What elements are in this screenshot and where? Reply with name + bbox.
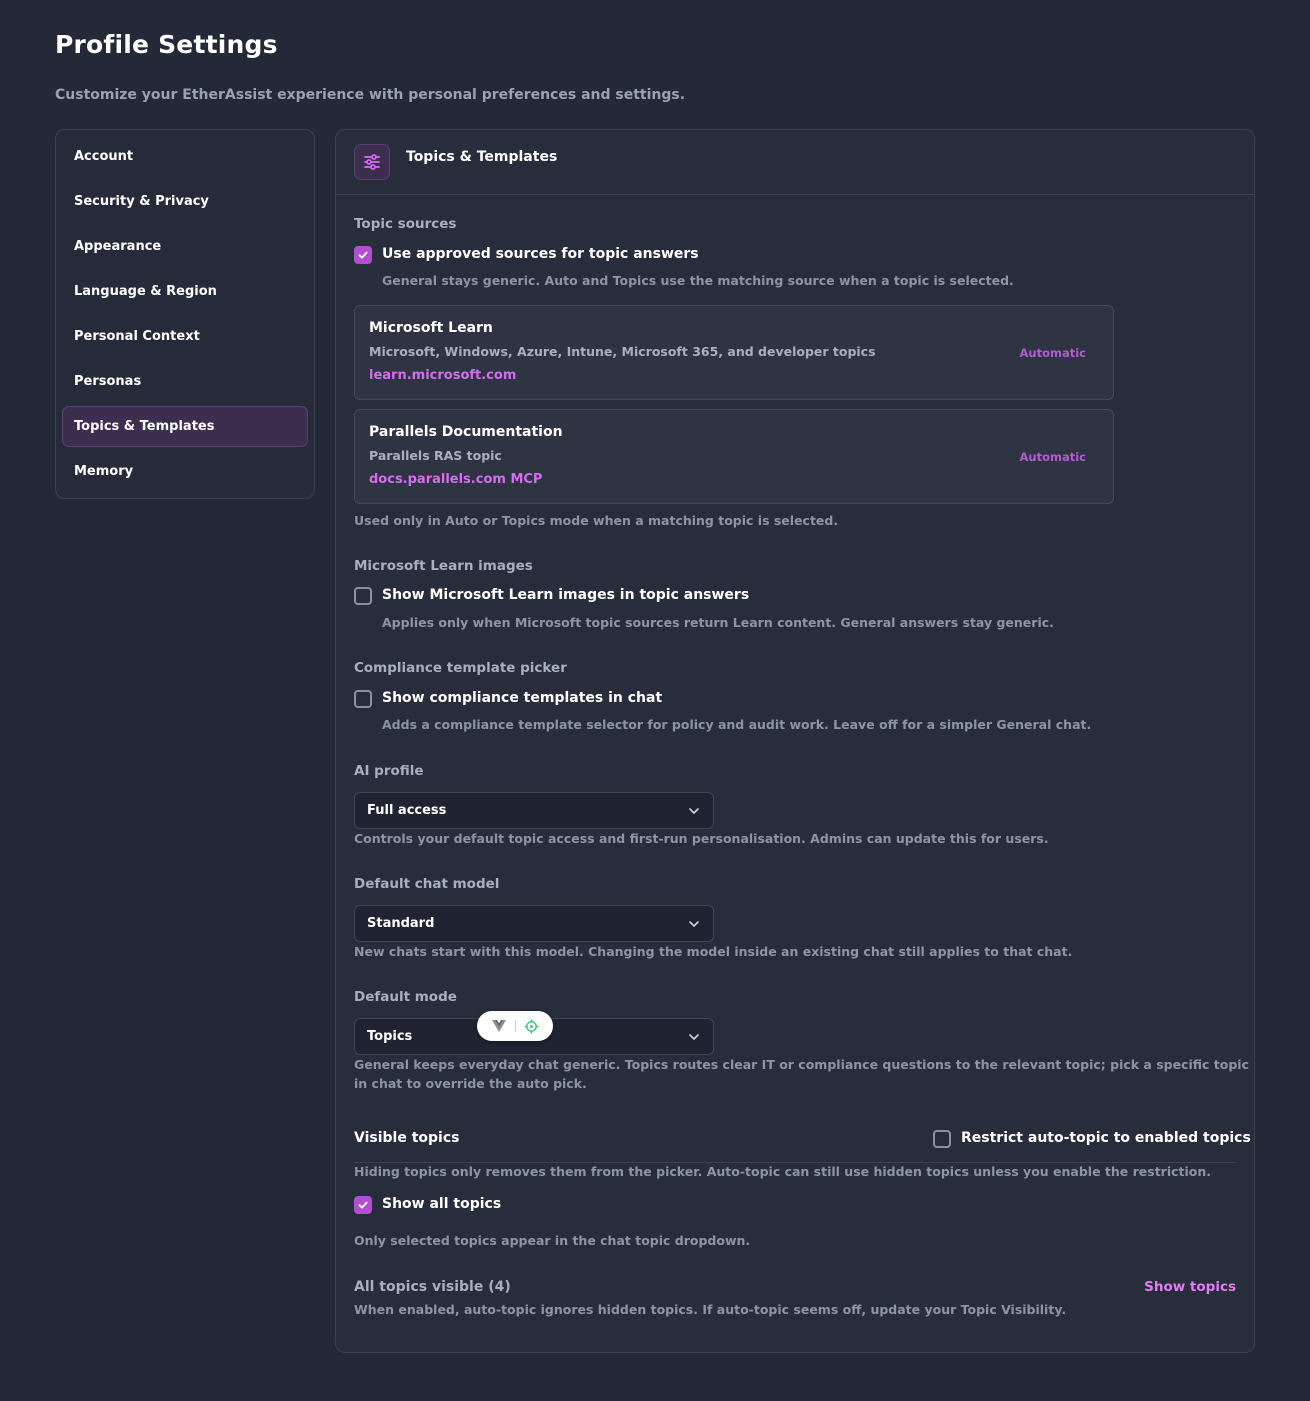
panel-header: Topics & Templates (336, 130, 1254, 195)
compliance-label: Compliance template picker (354, 660, 567, 676)
ai-profile-value: Full access (367, 803, 447, 818)
ms-images-option-label[interactable]: Show Microsoft Learn images in topic ans… (382, 587, 749, 603)
source-mode-badge: Automatic (1019, 450, 1086, 464)
restrict-auto-topic-checkbox[interactable] (933, 1130, 951, 1148)
sidebar-item-topics-templates[interactable]: Topics & Templates (62, 406, 308, 447)
sidebar-item-appearance[interactable]: Appearance (62, 226, 308, 267)
sidebar-item-account[interactable]: Account (62, 136, 308, 177)
page-subtitle: Customize your EtherAssist experience wi… (55, 87, 686, 103)
compliance-checkbox[interactable] (354, 690, 372, 708)
chevron-down-icon (689, 1033, 699, 1040)
topics-visible-summary-help: When enabled, auto-topic ignores hidden … (354, 1302, 1067, 1317)
sidebar-item-label: Security & Privacy (74, 194, 209, 209)
approved-sources-help: General stays generic. Auto and Topics u… (382, 273, 1014, 288)
ms-images-help: Applies only when Microsoft topic source… (382, 615, 1054, 630)
ms-images-label: Microsoft Learn images (354, 558, 533, 574)
sidebar-item-language-region[interactable]: Language & Region (62, 271, 308, 312)
default-mode-label: Default mode (354, 989, 457, 1005)
sidebar-item-personal-context[interactable]: Personal Context (62, 316, 308, 357)
check-icon (358, 1201, 368, 1209)
chevron-down-icon (689, 807, 699, 814)
chat-model-label: Default chat model (354, 876, 500, 892)
ms-images-checkbox[interactable] (354, 587, 372, 605)
default-mode-help-line-2: in chat to override the auto pick. (354, 1076, 587, 1091)
source-link[interactable]: learn.microsoft.com (369, 368, 516, 383)
default-mode-value: Topics (367, 1029, 413, 1044)
floating-toolbar[interactable] (477, 1011, 553, 1041)
sidebar-item-label: Topics & Templates (74, 419, 215, 434)
restrict-auto-topic-label[interactable]: Restrict auto-topic to enabled topics (961, 1130, 1251, 1146)
check-icon (358, 251, 368, 259)
sidebar-item-label: Appearance (74, 239, 162, 254)
panel-title: Topics & Templates (406, 149, 558, 165)
topic-sources-footer: Used only in Auto or Topics mode when a … (354, 513, 839, 528)
compliance-option-label[interactable]: Show compliance templates in chat (382, 690, 662, 706)
topics-templates-panel: Topics & Templates Topic sources Use app… (335, 129, 1255, 1353)
ai-profile-label: AI profile (354, 763, 424, 779)
sliders-icon (354, 144, 390, 180)
sidebar-item-label: Personas (74, 374, 142, 389)
topics-visible-summary: All topics visible (4) (354, 1279, 511, 1295)
sidebar-item-label: Account (74, 149, 134, 164)
sidebar-item-label: Personal Context (74, 329, 200, 344)
topic-sources-label: Topic sources (354, 216, 457, 232)
chat-model-select[interactable]: Standard (354, 905, 714, 942)
approved-sources-label[interactable]: Use approved sources for topic answers (382, 246, 699, 262)
show-all-topics-label[interactable]: Show all topics (382, 1196, 501, 1212)
chat-model-value: Standard (367, 916, 435, 931)
toolbar-separator (515, 1020, 516, 1032)
ai-profile-help: Controls your default topic access and f… (354, 831, 1049, 846)
source-description: Parallels RAS topic (369, 448, 502, 463)
chevron-down-icon (689, 920, 699, 927)
visible-topics-help: Hiding topics only removes them from the… (354, 1164, 1212, 1179)
sidebar-item-security-privacy[interactable]: Security & Privacy (62, 181, 308, 222)
source-name: Microsoft Learn (369, 320, 493, 336)
compliance-help: Adds a compliance template selector for … (382, 717, 1092, 732)
sidebar-item-label: Language & Region (74, 284, 217, 299)
sidebar-item-memory[interactable]: Memory (62, 451, 308, 492)
approved-sources-checkbox[interactable] (354, 246, 372, 264)
chat-model-help: New chats start with this model. Changin… (354, 944, 1073, 959)
sidebar-item-label: Memory (74, 464, 134, 479)
vue-logo-icon[interactable] (491, 1019, 507, 1033)
source-name: Parallels Documentation (369, 424, 563, 440)
source-card-parallels-documentation: Parallels Documentation Parallels RAS to… (354, 409, 1114, 504)
page-title: Profile Settings (55, 30, 278, 59)
default-mode-help-line-1: General keeps everyday chat generic. Top… (354, 1057, 1250, 1072)
source-mode-badge: Automatic (1019, 346, 1086, 360)
show-all-topics-help: Only selected topics appear in the chat … (354, 1233, 751, 1248)
sidebar-item-personas[interactable]: Personas (62, 361, 308, 402)
show-topics-link[interactable]: Show topics (1144, 1279, 1236, 1295)
source-description: Microsoft, Windows, Azure, Intune, Micro… (369, 344, 876, 359)
crosshair-icon[interactable] (524, 1018, 539, 1034)
show-all-topics-checkbox[interactable] (354, 1196, 372, 1214)
source-card-microsoft-learn: Microsoft Learn Microsoft, Windows, Azur… (354, 305, 1114, 400)
source-link[interactable]: docs.parallels.com MCP (369, 472, 542, 487)
settings-sidebar: Account Security & Privacy Appearance La… (55, 129, 315, 499)
visible-topics-label: Visible topics (354, 1130, 460, 1146)
ai-profile-select[interactable]: Full access (354, 792, 714, 829)
